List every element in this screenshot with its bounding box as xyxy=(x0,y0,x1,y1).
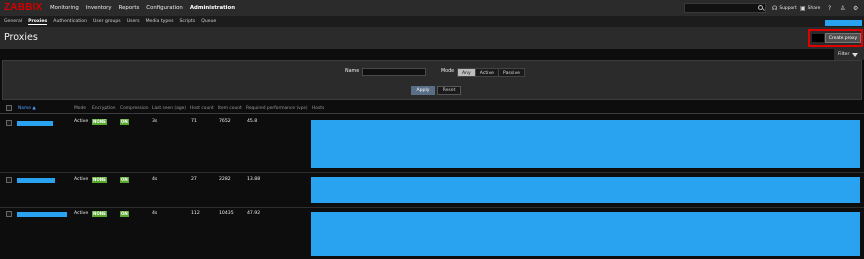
top-nav: ZABBIX Monitoring Inventory Reports Conf… xyxy=(0,0,864,16)
encryption-badge: NONE xyxy=(92,119,107,125)
reset-button[interactable]: Reset xyxy=(437,86,461,95)
headset-icon: ☊ xyxy=(772,4,778,12)
menu-inventory[interactable]: Inventory xyxy=(86,5,112,11)
proxy-name-link[interactable] xyxy=(17,121,53,126)
mode-passive-radio[interactable]: Passive xyxy=(498,68,525,77)
signout-button[interactable]: ⚙ xyxy=(853,0,858,16)
proxy-name-link[interactable] xyxy=(17,178,55,183)
main-menu: Monitoring Inventory Reports Configurati… xyxy=(50,0,235,16)
filter-mode-label: Mode xyxy=(441,69,455,74)
col-encryption: Encryption xyxy=(92,106,116,111)
mode-active-radio[interactable]: Active xyxy=(474,68,499,77)
row-host-count: 71 xyxy=(191,119,197,124)
row-last-seen: 3s xyxy=(152,119,158,124)
row-performance: 13.88 xyxy=(247,177,261,182)
user-icon: ♙ xyxy=(840,4,846,12)
filter-tab-label: Filter xyxy=(838,52,850,57)
col-mode[interactable]: Mode xyxy=(74,106,86,111)
compression-badge: ON xyxy=(120,119,129,125)
redacted-user-label xyxy=(825,20,862,26)
filter-name-input[interactable] xyxy=(362,68,426,76)
hosts-list-redacted xyxy=(311,212,860,256)
row-item-count: 7652 xyxy=(219,119,231,124)
row-item-count: 10435 xyxy=(219,211,234,216)
zabbix-logo[interactable]: ZABBIX xyxy=(4,1,42,14)
row-last-seen: 4s xyxy=(152,177,158,182)
subnav-users[interactable]: Users xyxy=(127,19,140,24)
col-item-count: Item count xyxy=(218,106,242,111)
highlight-frame xyxy=(808,29,863,47)
menu-monitoring[interactable]: Monitoring xyxy=(50,5,79,11)
sort-asc-icon: ▲ xyxy=(32,106,36,111)
table-row: Active NONE ON 4s 27 2282 13.88 xyxy=(0,174,864,208)
encryption-badge: NONE xyxy=(92,177,107,183)
encryption-badge: NONE xyxy=(92,211,107,217)
subnav-media-types[interactable]: Media types xyxy=(146,19,174,24)
apply-button[interactable]: Apply xyxy=(411,86,435,95)
col-host-count: Host count xyxy=(190,106,214,111)
subnav-authentication[interactable]: Authentication xyxy=(53,19,87,24)
subnav-user-groups[interactable]: User groups xyxy=(93,19,121,24)
subnav-general[interactable]: General xyxy=(4,19,22,24)
global-search-input[interactable] xyxy=(684,3,766,13)
row-item-count: 2282 xyxy=(219,177,231,182)
subnav-queue[interactable]: Queue xyxy=(201,19,216,24)
row-checkbox[interactable] xyxy=(6,120,12,126)
menu-administration[interactable]: Administration xyxy=(190,5,235,11)
col-compression: Compression xyxy=(120,106,149,111)
row-mode: Active xyxy=(74,211,89,216)
table-header: Name ▲ Mode Encryption Compression Last … xyxy=(0,103,864,114)
help-button[interactable]: ? xyxy=(828,0,831,16)
table-row: Active NONE ON 4s 112 10435 47.92 xyxy=(0,209,864,259)
share-link[interactable]: ▣ Share xyxy=(800,0,820,16)
mode-any-radio[interactable]: Any xyxy=(457,68,476,77)
row-performance: 47.92 xyxy=(247,211,261,216)
sub-nav: General Proxies Authentication User grou… xyxy=(0,16,864,27)
col-required-performance: Required performance (vps) xyxy=(246,106,308,111)
col-name[interactable]: Name ▲ xyxy=(18,106,36,111)
page-header: Proxies xyxy=(0,27,864,49)
mode-radio-group: Any Active Passive xyxy=(457,68,525,77)
row-performance: 45.8 xyxy=(247,119,258,124)
menu-configuration[interactable]: Configuration xyxy=(146,5,183,11)
filter-panel: Name Mode Any Active Passive Apply Reset xyxy=(2,60,862,100)
row-mode: Active xyxy=(74,177,89,182)
table-row: Active NONE ON 3s 71 7652 45.8 xyxy=(0,115,864,173)
row-checkbox[interactable] xyxy=(6,177,12,183)
support-link[interactable]: ☊ Support xyxy=(772,0,797,16)
row-host-count: 27 xyxy=(191,177,197,182)
select-all-checkbox[interactable] xyxy=(6,105,12,111)
proxy-name-link[interactable] xyxy=(17,212,67,217)
gear-icon: ⚙ xyxy=(853,4,859,12)
help-icon: ? xyxy=(828,4,832,12)
subnav-scripts[interactable]: Scripts xyxy=(180,19,196,24)
row-last-seen: 4s xyxy=(152,211,158,216)
hosts-list-redacted xyxy=(311,177,860,203)
search-icon[interactable] xyxy=(758,5,763,10)
compression-badge: ON xyxy=(120,177,129,183)
filter-name-label: Name xyxy=(345,69,360,74)
page-title: Proxies xyxy=(4,32,38,43)
row-host-count: 112 xyxy=(191,211,200,216)
subnav-proxies[interactable]: Proxies xyxy=(28,19,48,25)
filter-icon xyxy=(852,52,859,57)
col-last-seen: Last seen (age) xyxy=(152,106,187,111)
share-icon: ▣ xyxy=(800,4,806,12)
row-mode: Active xyxy=(74,119,89,124)
filter-tab[interactable]: Filter xyxy=(834,49,864,60)
col-hosts: Hosts xyxy=(312,106,325,111)
user-profile-button[interactable]: ♙ xyxy=(840,0,845,16)
hosts-list-redacted xyxy=(311,120,860,168)
compression-badge: ON xyxy=(120,211,129,217)
menu-reports[interactable]: Reports xyxy=(119,5,140,11)
proxies-table: Name ▲ Mode Encryption Compression Last … xyxy=(0,103,864,259)
row-checkbox[interactable] xyxy=(6,211,12,217)
